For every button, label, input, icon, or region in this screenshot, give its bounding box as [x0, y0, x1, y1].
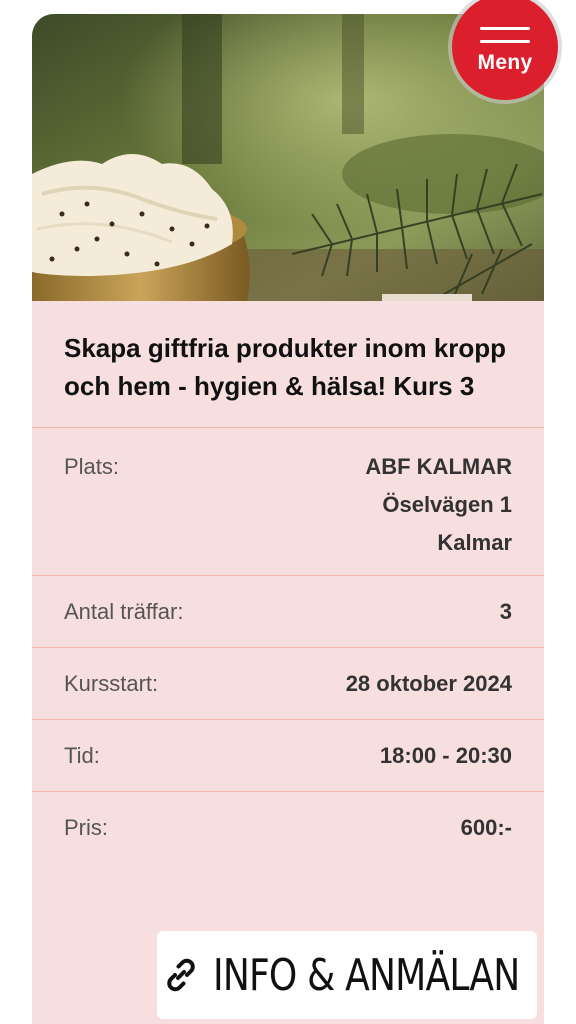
time-label: Tid:	[64, 742, 100, 768]
course-title: Skapa giftfria produkter inom kropp och …	[64, 333, 507, 401]
place-city: Kalmar	[437, 530, 512, 555]
place-row: Plats: ABF KALMAR Öselvägen 1 Kalmar	[32, 428, 544, 576]
time-value: 18:00 - 20:30	[379, 742, 512, 768]
start-label: Kursstart:	[64, 670, 159, 696]
price-row: Pris: 600:-	[32, 792, 544, 863]
place-value: ABF KALMAR Öselvägen 1 Kalmar	[365, 448, 512, 562]
place-name: ABF KALMAR	[365, 454, 512, 479]
info-signup-label: INFO & ANMÄLAN	[213, 949, 520, 1001]
time-row: Tid: 18:00 - 20:30	[32, 720, 544, 792]
hamburger-icon	[480, 27, 530, 43]
sessions-value: 3	[499, 598, 512, 624]
course-title-block: Skapa giftfria produkter inom kropp och …	[32, 301, 544, 428]
course-card: Skapa giftfria produkter inom kropp och …	[32, 14, 544, 1024]
info-signup-button[interactable]: INFO & ANMÄLAN	[157, 931, 537, 1019]
menu-label: Meny	[477, 51, 533, 74]
start-value: 28 oktober 2024	[345, 670, 512, 696]
sessions-row: Antal träffar: 3	[32, 576, 544, 648]
place-label: Plats:	[64, 454, 120, 479]
price-label: Pris:	[64, 814, 108, 840]
place-street: Öselvägen 1	[382, 492, 512, 517]
start-row: Kursstart: 28 oktober 2024	[32, 648, 544, 720]
price-value: 600:-	[460, 814, 512, 840]
link-icon	[167, 958, 195, 992]
sessions-label: Antal träffar:	[64, 598, 184, 624]
